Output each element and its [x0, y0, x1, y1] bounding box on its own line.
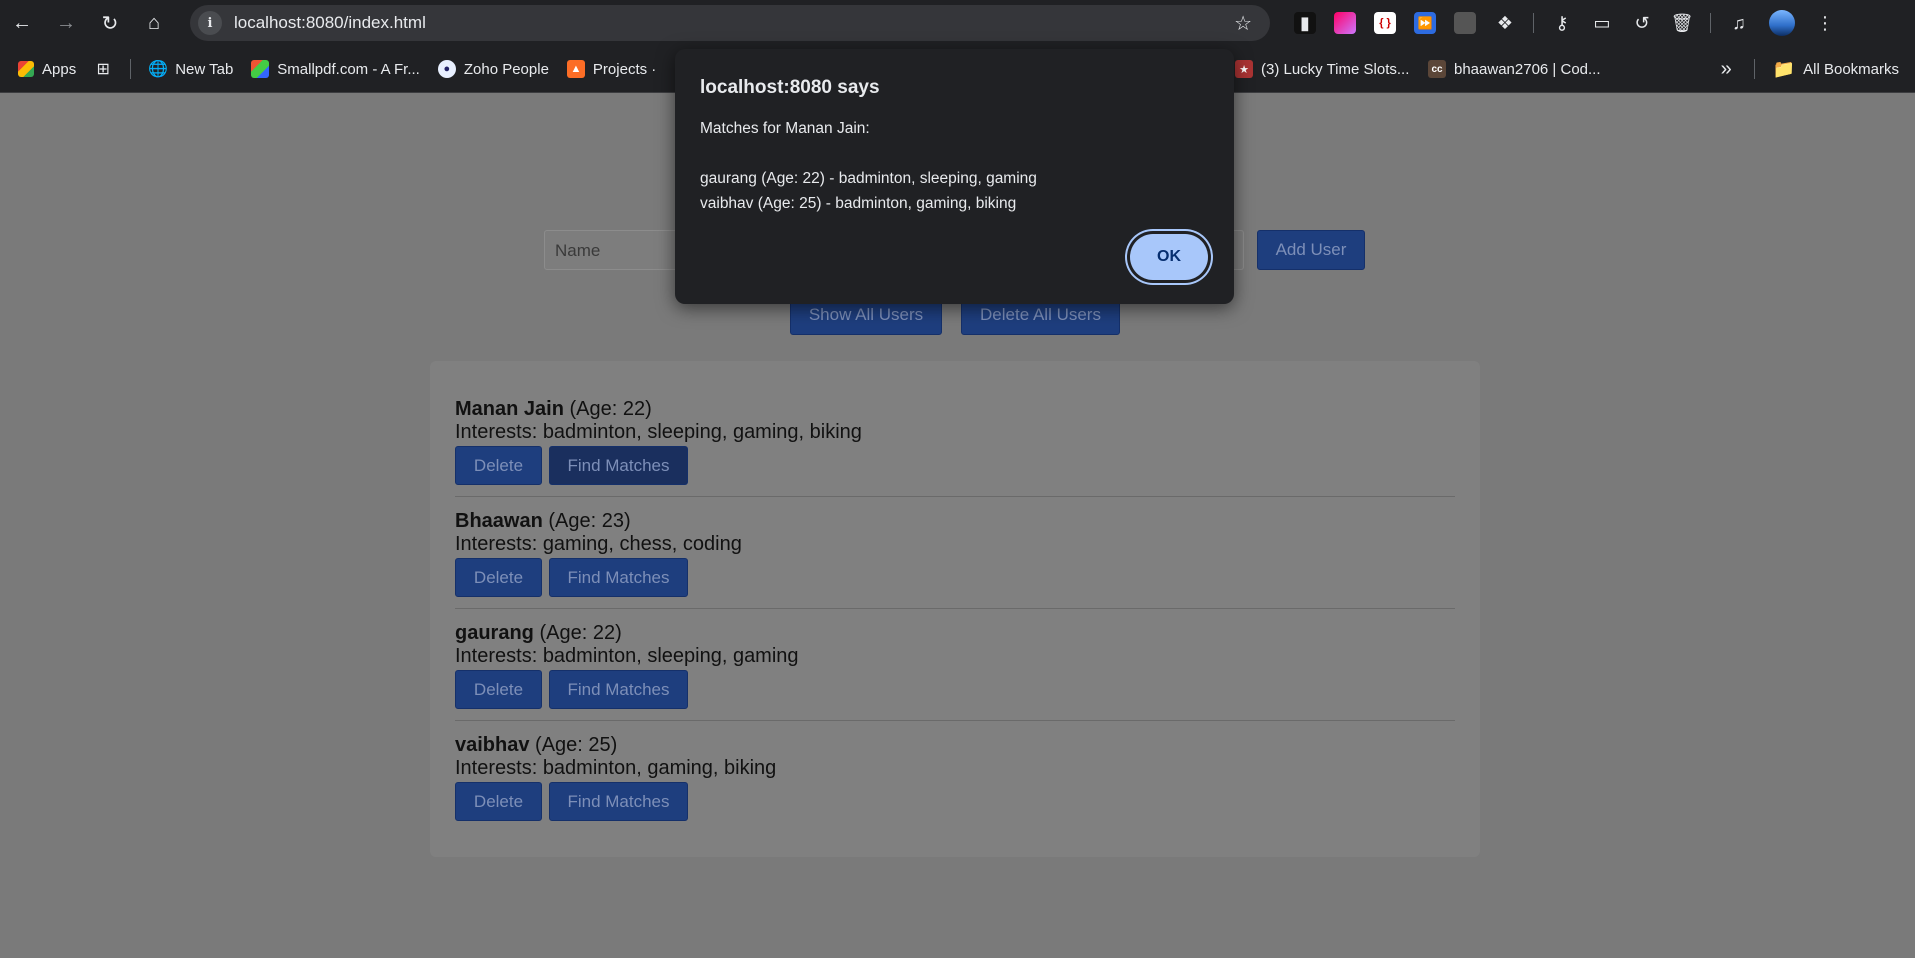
- forward-arrow-icon[interactable]: →: [44, 0, 88, 46]
- dialog-title: localhost:8080 says: [700, 77, 880, 98]
- user-interests: Interests: badminton, sleeping, gaming, …: [455, 421, 862, 443]
- bookmark-separator: [130, 59, 132, 79]
- history-icon[interactable]: ↺: [1631, 12, 1653, 34]
- find-matches-button[interactable]: Find Matches: [549, 670, 688, 709]
- delete-user-button[interactable]: Delete: [455, 782, 542, 821]
- media-queue-icon[interactable]: ♫: [1728, 12, 1750, 34]
- delete-user-button[interactable]: Delete: [455, 558, 542, 597]
- zoho-icon: ●: [437, 60, 456, 78]
- site-info-icon[interactable]: i: [198, 11, 222, 35]
- user-item: Manan Jain (Age: 22) Interests: badminto…: [455, 398, 1455, 444]
- user-age: (Age: 23): [548, 510, 631, 532]
- user-item: Bhaawan (Age: 23) Interests: gaming, che…: [455, 510, 1455, 556]
- user-age: (Age: 25): [535, 734, 618, 756]
- divider: [455, 608, 1455, 609]
- user-age: (Age: 22): [539, 622, 622, 644]
- delete-user-button[interactable]: Delete: [455, 446, 542, 485]
- find-matches-button[interactable]: Find Matches: [549, 446, 688, 485]
- bookmark-apps[interactable]: Apps: [18, 61, 76, 78]
- bookmark-label: bhaawan2706 | Cod...: [1454, 60, 1601, 78]
- dialog-line: gaurang (Age: 22) - badminton, sleeping,…: [700, 170, 1037, 187]
- delete-user-button[interactable]: Delete: [455, 670, 542, 709]
- address-bar[interactable]: i localhost:8080/index.html ☆: [190, 5, 1270, 41]
- slots-icon: ★: [1235, 60, 1253, 78]
- user-name: Manan Jain: [455, 398, 564, 420]
- user-name: Bhaawan: [455, 510, 543, 532]
- reload-icon[interactable]: ↻: [88, 0, 132, 46]
- dialog-message: Matches for Manan Jain: gaurang (Age: 22…: [700, 116, 1037, 216]
- folder-icon: 📁: [1772, 58, 1796, 79]
- bookmark-label: Apps: [42, 60, 77, 78]
- ok-button[interactable]: OK: [1130, 234, 1208, 280]
- menu-kebab-icon[interactable]: ⋮: [1814, 12, 1836, 34]
- user-age: (Age: 22): [569, 398, 652, 420]
- trash-icon[interactable]: 🗑: [1671, 12, 1694, 34]
- home-icon[interactable]: ⌂: [132, 0, 176, 46]
- bookmark-label: Zoho People: [463, 60, 549, 78]
- user-interests: Interests: badminton, gaming, biking: [455, 757, 777, 779]
- bookmark-lucky-slots[interactable]: ★ (3) Lucky Time Slots...: [1235, 60, 1409, 78]
- alert-dialog: localhost:8080 says Matches for Manan Ja…: [675, 49, 1234, 304]
- gitlab-icon: ▲: [566, 60, 585, 78]
- back-arrow-icon[interactable]: ←: [0, 0, 44, 46]
- tab-groups-icon: ⊞: [96, 61, 110, 78]
- gradient-extension-icon[interactable]: [1334, 12, 1356, 34]
- password-key-icon[interactable]: ⚷: [1551, 12, 1573, 34]
- user-list-card: Manan Jain (Age: 22) Interests: badminto…: [430, 361, 1480, 857]
- user-item: vaibhav (Age: 25) Interests: badminton, …: [455, 734, 1455, 780]
- bookmark-new-tab[interactable]: 🌐 New Tab: [148, 60, 234, 79]
- dialog-line: vaibhav (Age: 25) - badminton, gaming, b…: [700, 195, 1017, 212]
- bookmark-label: (3) Lucky Time Slots...: [1261, 60, 1410, 78]
- browser-toolbar: ← → ↻ ⌂ i localhost:8080/index.html ☆ ▮ …: [0, 0, 1915, 46]
- fast-forward-extension-icon[interactable]: ⏩: [1414, 12, 1436, 34]
- bookmark-zoho[interactable]: ● Zoho People: [437, 60, 549, 78]
- bookmark-projects[interactable]: ▲ Projects ·: [566, 60, 657, 78]
- user-item: gaurang (Age: 22) Interests: badminton, …: [455, 622, 1455, 668]
- tv-extension-icon[interactable]: ▮: [1294, 12, 1316, 34]
- all-bookmarks-link[interactable]: All Bookmarks: [1803, 61, 1899, 78]
- user-name: vaibhav: [455, 734, 530, 756]
- codechef-icon: cc: [1428, 60, 1446, 78]
- url-text[interactable]: localhost:8080/index.html: [234, 13, 426, 33]
- find-matches-button[interactable]: Find Matches: [549, 558, 688, 597]
- puzzle-extensions-icon[interactable]: ❖: [1494, 12, 1516, 34]
- globe-icon: 🌐: [148, 61, 169, 78]
- smallpdf-icon: [251, 60, 270, 78]
- json-extension-icon[interactable]: { }: [1374, 12, 1396, 34]
- bookmark-smallpdf[interactable]: Smallpdf.com - A Fr...: [251, 60, 420, 78]
- divider: [455, 496, 1455, 497]
- bookmark-label: Projects ·: [592, 60, 657, 78]
- bookmark-label: New Tab: [175, 60, 234, 78]
- user-interests: Interests: gaming, chess, coding: [455, 533, 742, 555]
- bookmark-tab-groups[interactable]: ⊞: [94, 60, 120, 78]
- profile-avatar[interactable]: [1769, 10, 1795, 36]
- toolbar-separator: [1533, 13, 1534, 33]
- find-matches-button[interactable]: Find Matches: [549, 782, 688, 821]
- divider: [455, 720, 1455, 721]
- toolbar-separator: [1710, 13, 1711, 33]
- window-extension-icon[interactable]: [1454, 12, 1476, 34]
- bookmarks-overflow-icon[interactable]: »: [1721, 58, 1732, 81]
- devices-icon[interactable]: ▭: [1591, 12, 1613, 34]
- bookmark-separator: [1753, 59, 1755, 79]
- bookmarks-right: » 📁 All Bookmarks: [1721, 46, 1899, 92]
- bookmark-label: Smallpdf.com - A Fr...: [277, 60, 420, 78]
- extensions-area: ▮ { } ⏩ ❖ ⚷ ▭ ↺ 🗑 ♫ ⋮: [1285, 0, 1845, 46]
- apps-grid-icon: [18, 61, 34, 77]
- dialog-line: Matches for Manan Jain:: [700, 120, 870, 137]
- bookmark-star-icon[interactable]: ☆: [1234, 11, 1252, 36]
- bookmark-codechef[interactable]: cc bhaawan2706 | Cod...: [1428, 60, 1601, 78]
- add-user-button[interactable]: Add User: [1257, 230, 1365, 270]
- user-name: gaurang: [455, 622, 534, 644]
- user-interests: Interests: badminton, sleeping, gaming: [455, 645, 799, 667]
